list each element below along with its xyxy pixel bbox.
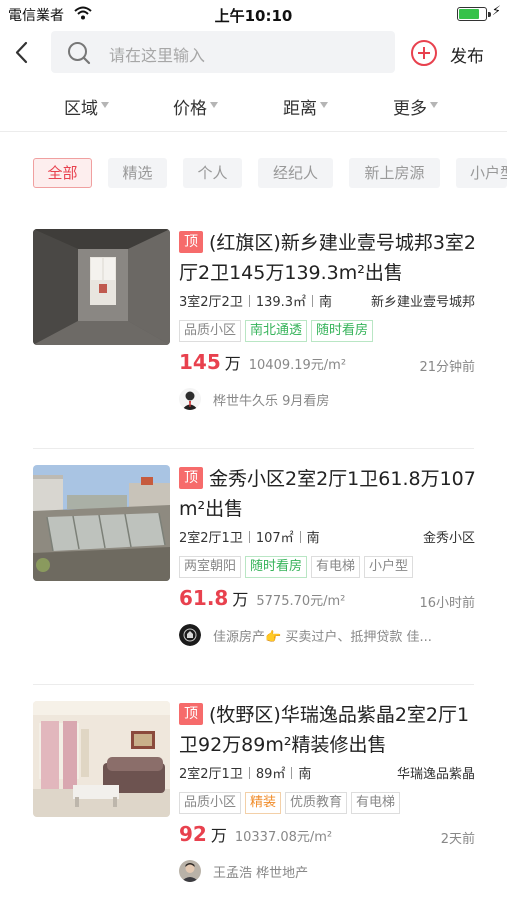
listing-item[interactable]: 顶金秀小区2室2厅1卫61.8万107m²出售 2室2厅1卫 107㎡南 金秀小区… <box>0 449 507 685</box>
caret-down-icon <box>101 102 109 108</box>
listing-item[interactable]: 顶 (红旗区)新乡建业壹号城邦3室2厅2卫145万139.3m²出售 3室2厅2卫… <box>0 213 507 449</box>
search-placeholder: 请在这里输入 <box>109 46 206 65</box>
charging-icon: ⚡ <box>491 4 501 19</box>
status-time: 上午10:10 <box>214 7 293 25</box>
avatar <box>179 860 201 882</box>
feature-tags: 两室朝阳 随时看房 有电梯 小户型 <box>179 555 417 578</box>
listing-title: 顶金秀小区2室2厅1卫61.8万107m²出售 <box>179 467 476 520</box>
feature-tag: 有电梯 <box>351 792 401 814</box>
community-name: 金秀小区 <box>422 531 475 546</box>
listing-photo <box>33 701 170 817</box>
top-nav: 请在这里输入 发布 <box>0 28 507 78</box>
add-circle-icon <box>411 40 437 66</box>
tag-individual[interactable]: 个人 <box>183 158 242 188</box>
top-badge: 顶 <box>179 703 203 725</box>
search-icon <box>67 41 91 69</box>
feature-tags: 品质小区 南北通透 随时看房 <box>179 319 377 342</box>
post-time: 16小时前 <box>419 596 475 611</box>
caret-down-icon <box>210 102 218 108</box>
price-row: 145 万 10409.19元/m² 21分钟前 <box>179 350 477 378</box>
feature-tag: 优质教育 <box>285 792 348 814</box>
filter-region[interactable]: 区域 <box>64 94 109 119</box>
caret-down-icon <box>320 102 328 108</box>
listing-specs: 3室2厅2卫 139.3㎡南 新乡建业壹号城邦 <box>179 291 477 311</box>
top-badge: 顶 <box>179 231 203 253</box>
filter-bar: 区域 价格 距离 更多 <box>0 78 507 132</box>
avatar <box>179 388 201 410</box>
agent-row: 佳源房产👉 买卖过户、抵押贷款 佳... <box>179 623 479 647</box>
community-name: 华瑞逸品紫晶 <box>396 767 475 782</box>
avatar <box>179 624 201 646</box>
tag-all[interactable]: 全部 <box>33 158 92 188</box>
feature-tag: 品质小区 <box>179 792 242 814</box>
publish-label: 发布 <box>450 47 484 67</box>
filter-more[interactable]: 更多 <box>393 94 438 119</box>
total-price: 92 <box>179 822 207 846</box>
community-name: 新乡建业壹号城邦 <box>370 295 475 310</box>
agent-row: 王孟浩 桦世地产 <box>179 859 479 883</box>
tag-agent[interactable]: 经纪人 <box>258 158 333 188</box>
listing-photo <box>33 465 170 581</box>
feature-tag: 两室朝阳 <box>179 556 242 578</box>
listing-item[interactable]: 顶 (牧野区)华瑞逸品紫晶2室2厅1卫92万89m²精装修出售 2室2厅1卫 89㎡… <box>0 685 507 900</box>
filter-distance[interactable]: 距离 <box>283 94 328 119</box>
post-time: 21分钟前 <box>419 360 475 375</box>
battery-icon <box>457 7 491 21</box>
listing-title: 顶 (红旗区)新乡建业壹号城邦3室2厅2卫145万139.3m²出售 <box>179 231 477 284</box>
listing-specs: 2室2厅1卫 107㎡南 金秀小区 <box>179 527 477 547</box>
price-row: 61.8 万 5775.70元/m² 16小时前 <box>179 586 477 614</box>
filter-price[interactable]: 价格 <box>173 94 218 119</box>
tag-featured[interactable]: 精选 <box>108 158 167 188</box>
feature-tag: 随时看房 <box>311 320 374 342</box>
tag-bar: 全部 精选 个人 经纪人 新上房源 小户型 <box>0 133 507 213</box>
price-unit: 万 <box>224 354 241 373</box>
caret-down-icon <box>430 102 438 108</box>
agent-row: 桦世牛久乐 9月看房 <box>179 387 479 411</box>
total-price: 145 <box>179 350 221 374</box>
agent-info: 桦世牛久乐 9月看房 <box>213 394 330 409</box>
listing-photo <box>33 229 170 345</box>
tag-small-unit[interactable]: 小户型 <box>456 158 507 188</box>
unit-price: 5775.70元/m² <box>256 594 346 609</box>
price-unit: 万 <box>210 826 227 845</box>
listing-specs: 2室2厅1卫 89㎡南 华瑞逸品紫晶 <box>179 763 477 783</box>
agent-info: 王孟浩 桦世地产 <box>213 866 309 881</box>
top-badge: 顶 <box>179 467 203 489</box>
tag-new-listings[interactable]: 新上房源 <box>349 158 440 188</box>
search-input[interactable]: 请在这里输入 <box>51 31 395 73</box>
price-row: 92 万 10337.08元/m² 2天前 <box>179 822 477 850</box>
feature-tag: 精装 <box>245 792 282 814</box>
total-price: 61.8 <box>179 586 229 610</box>
feature-tag: 品质小区 <box>179 320 242 342</box>
post-time: 2天前 <box>440 832 475 847</box>
feature-tag: 随时看房 <box>245 556 308 578</box>
feature-tag: 小户型 <box>364 556 414 578</box>
feature-tags: 品质小区 精装 优质教育 有电梯 <box>179 791 404 814</box>
back-icon[interactable] <box>10 38 34 68</box>
unit-price: 10409.19元/m² <box>248 358 347 373</box>
agent-info: 佳源房产👉 买卖过户、抵押贷款 佳... <box>213 630 432 645</box>
feature-tag: 南北通透 <box>245 320 308 342</box>
unit-price: 10337.08元/m² <box>234 830 333 845</box>
listing-title: 顶 (牧野区)华瑞逸品紫晶2室2厅1卫92万89m²精装修出售 <box>179 703 470 756</box>
status-bar: 電信業者 上午10:10 ⚡ <box>0 0 507 28</box>
price-unit: 万 <box>232 590 249 609</box>
feature-tag: 有电梯 <box>311 556 361 578</box>
